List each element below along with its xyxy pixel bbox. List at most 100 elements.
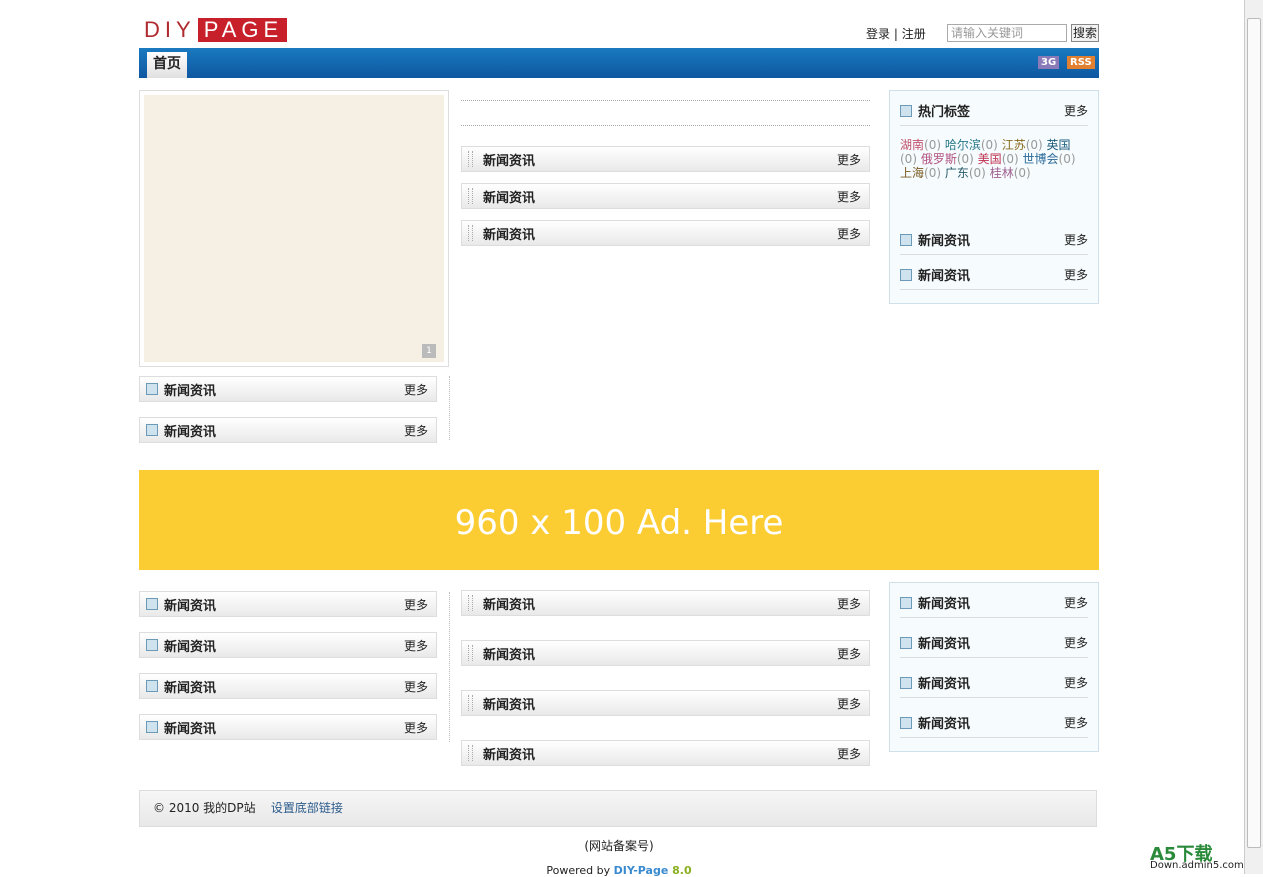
block-title: 新闻资讯 <box>918 717 971 732</box>
side-panel-bottom: 新闻资讯 更多 新闻资讯 更多 新闻资讯 更多 新闻资讯 更多 <box>889 582 1099 752</box>
block-title[interactable]: 新闻资讯 <box>483 224 535 243</box>
drag-handle-icon[interactable] <box>468 695 473 711</box>
more-link[interactable]: 更多 <box>404 637 428 654</box>
block-title[interactable]: 新闻资讯 <box>164 380 216 399</box>
more-link[interactable]: 更多 <box>1064 714 1088 731</box>
tag-link[interactable]: 上海 <box>900 166 924 180</box>
more-link[interactable]: 更多 <box>837 695 861 712</box>
more-link[interactable]: 更多 <box>837 745 861 762</box>
hot-tags-title: 热门标签 <box>918 105 971 120</box>
news-block-header: 新闻资讯 更多 <box>461 640 870 666</box>
more-link[interactable]: 更多 <box>404 719 428 736</box>
more-link[interactable]: 更多 <box>404 381 428 398</box>
tag-count: (0) <box>1001 152 1019 166</box>
tag-link[interactable]: 俄罗斯 <box>921 152 957 166</box>
news-block-header: 新闻资讯 更多 <box>139 591 437 617</box>
drag-handle-icon[interactable] <box>468 595 473 611</box>
slide-page-button[interactable]: 1 <box>422 344 436 358</box>
news-block-header: 新闻资讯 更多 <box>461 740 870 766</box>
separator: | <box>893 27 898 41</box>
more-link[interactable]: 更多 <box>837 188 861 205</box>
arrow-down-icon <box>900 596 912 609</box>
news-block-header: 新闻资讯 更多 <box>461 183 870 209</box>
more-link[interactable]: 更多 <box>837 595 861 612</box>
block-title[interactable]: 新闻资讯 <box>164 636 216 655</box>
arrow-down-icon <box>146 680 158 692</box>
arrow-down-icon <box>146 639 158 651</box>
block-title[interactable]: 新闻资讯 <box>164 718 216 737</box>
block-title[interactable]: 新闻资讯 <box>164 421 216 440</box>
footer-link[interactable]: 设置底部链接 <box>271 801 343 815</box>
more-link[interactable]: 更多 <box>837 225 861 242</box>
tag-count: (0) <box>980 138 998 152</box>
drag-handle-icon[interactable] <box>468 225 473 241</box>
tag-link[interactable]: 英国 <box>1047 138 1071 152</box>
hot-tags-panel: 热门标签 更多 新闻资讯 更多 新闻资讯 更多 <box>889 90 1099 304</box>
tag-count: (0) <box>968 166 986 180</box>
side-block: 新闻资讯 更多 <box>900 225 1088 255</box>
more-link[interactable]: 更多 <box>1064 231 1088 248</box>
block-title[interactable]: 新闻资讯 <box>164 595 216 614</box>
more-link[interactable]: 更多 <box>837 645 861 662</box>
login-link[interactable]: 登录 <box>866 27 890 41</box>
more-link[interactable]: 更多 <box>404 596 428 613</box>
search-input[interactable]: 请输入关键词 <box>947 24 1067 42</box>
arrow-down-icon <box>900 268 912 281</box>
drag-handle-icon[interactable] <box>468 745 473 761</box>
more-link[interactable]: 更多 <box>404 422 428 439</box>
news-block-header: 新闻资讯 更多 <box>461 146 870 172</box>
scrollbar-thumb[interactable] <box>1247 18 1261 848</box>
tag-link[interactable]: 哈尔滨 <box>945 138 981 152</box>
badge-3g[interactable]: 3G <box>1038 56 1060 69</box>
more-link[interactable]: 更多 <box>1064 102 1088 119</box>
arrow-down-icon <box>900 104 912 117</box>
tag-count: (0) <box>1058 152 1076 166</box>
drag-handle-icon[interactable] <box>468 151 473 167</box>
search-button[interactable]: 搜索 <box>1071 24 1099 42</box>
footer-bar: © 2010 我的DP站 设置底部链接 <box>139 790 1097 827</box>
ad-banner[interactable]: 960 x 100 Ad. Here <box>139 470 1099 570</box>
tag-link[interactable]: 美国 <box>978 152 1002 166</box>
icp-number[interactable]: (网站备案号) <box>139 837 1099 854</box>
block-title[interactable]: 新闻资讯 <box>483 594 535 613</box>
badge-rss[interactable]: RSS <box>1067 56 1095 69</box>
watermark-url: Down.admin5.com <box>1150 860 1244 871</box>
tag-link[interactable]: 江苏 <box>1002 138 1026 152</box>
more-link[interactable]: 更多 <box>1064 594 1088 611</box>
logo-text: DIY <box>144 17 196 42</box>
more-link[interactable]: 更多 <box>1064 674 1088 691</box>
side-block: 新闻资讯 更多 <box>900 708 1088 738</box>
tag-count: (0) <box>924 138 942 152</box>
slideshow[interactable]: 1 <box>139 90 449 367</box>
side-block: 新闻资讯 更多 <box>900 588 1088 618</box>
tag-link[interactable]: 湖南 <box>900 138 924 152</box>
block-title: 新闻资讯 <box>918 269 971 284</box>
scrollbar[interactable] <box>1244 0 1263 874</box>
drag-handle-icon[interactable] <box>468 188 473 204</box>
more-link[interactable]: 更多 <box>1064 634 1088 651</box>
block-title[interactable]: 新闻资讯 <box>483 694 535 713</box>
tag-link[interactable]: 广东 <box>945 166 969 180</box>
drag-handle-icon[interactable] <box>468 645 473 661</box>
brand-link[interactable]: DIY-Page <box>614 864 669 877</box>
tag-link[interactable]: 桂林 <box>990 166 1014 180</box>
block-title[interactable]: 新闻资讯 <box>483 644 535 663</box>
side-block: 新闻资讯 更多 <box>900 628 1088 658</box>
more-link[interactable]: 更多 <box>404 678 428 695</box>
more-link[interactable]: 更多 <box>837 151 861 168</box>
logo-text-box: PAGE <box>197 18 288 42</box>
block-title[interactable]: 新闻资讯 <box>164 677 216 696</box>
arrow-down-icon <box>146 383 158 395</box>
more-link[interactable]: 更多 <box>1064 266 1088 283</box>
news-block-header: 新闻资讯 更多 <box>139 673 437 699</box>
block-title[interactable]: 新闻资讯 <box>483 744 535 763</box>
register-link[interactable]: 注册 <box>902 27 926 41</box>
block-title: 新闻资讯 <box>918 677 971 692</box>
tag-link[interactable]: 世博会 <box>1023 152 1059 166</box>
block-title[interactable]: 新闻资讯 <box>483 150 535 169</box>
arrow-down-icon <box>900 636 912 649</box>
arrow-down-icon <box>146 721 158 733</box>
site-logo[interactable]: DIY PAGE <box>144 17 288 42</box>
block-title[interactable]: 新闻资讯 <box>483 187 535 206</box>
nav-tab-home[interactable]: 首页 <box>147 52 187 78</box>
